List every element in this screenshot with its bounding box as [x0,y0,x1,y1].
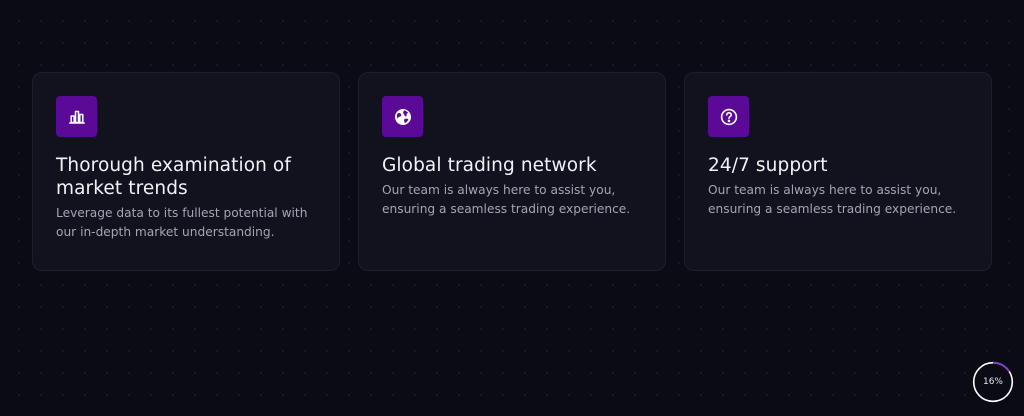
feature-description: Leverage data to its fullest potential w… [56,206,308,239]
scroll-progress-button[interactable]: 16% [972,361,1014,403]
feature-description: Our team is always here to assist you, e… [382,183,631,216]
globe-icon [382,96,423,137]
feature-card-support: 24/7 support Our team is always here to … [684,72,992,271]
feature-title: Thorough examination of market trends [56,155,291,199]
bar-chart-icon [56,96,97,137]
question-circle-icon [708,96,749,137]
feature-card-market-trends: Thorough examination of market trends Le… [32,72,340,271]
feature-title: Global trading network [382,155,597,176]
feature-description: Our team is always here to assist you, e… [708,183,957,216]
feature-card-global-network: Global trading network Our team is alway… [358,72,666,271]
scroll-progress-label: 16% [982,377,1003,387]
feature-title: 24/7 support [708,155,828,176]
feature-cards: Thorough examination of market trends Le… [32,72,992,271]
